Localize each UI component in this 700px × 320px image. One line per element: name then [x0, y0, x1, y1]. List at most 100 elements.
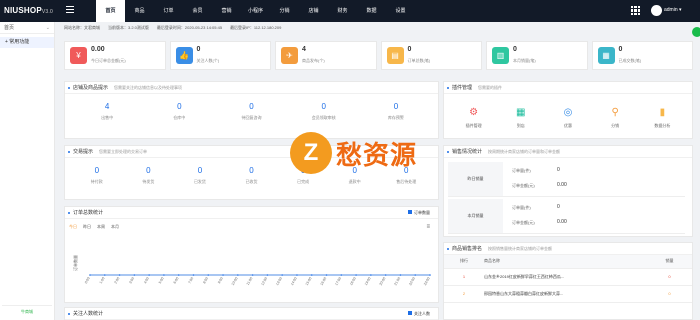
tip-count: 0: [197, 166, 203, 175]
table-row[interactable]: 2 邢园特香山东大蒜粗蒜瓣白蒜红皮新鲜大蒜... 0: [444, 285, 692, 303]
plugin-item[interactable]: ▦ 到店: [506, 106, 536, 129]
goods-name-cell: 邢园特香山东大蒜粗蒜瓣白蒜红皮新鲜大蒜...: [484, 285, 647, 303]
tip-item[interactable]: 0 已发货: [174, 158, 226, 185]
stat-label: 订单总数(笔): [407, 58, 431, 63]
sidebar: 首页 ⌄ + 常用功能 牛商城: [0, 22, 55, 320]
tip-label: 已收货: [245, 179, 258, 184]
stat-value: 0: [513, 46, 517, 53]
nav-item-3[interactable]: 会员: [183, 0, 212, 22]
tip-label: 已发货: [193, 179, 206, 184]
tip-label: 待回复咨询: [241, 115, 262, 120]
tip-item[interactable]: 0 会员领取审核: [288, 94, 360, 121]
menu-icon[interactable]: ≡: [426, 224, 430, 230]
stat-label: 商品发布(个): [302, 58, 325, 63]
nav-item-9[interactable]: 数据: [357, 0, 386, 22]
stat-card[interactable]: ▤ 0 订单总数(笔): [380, 41, 482, 70]
stat-icon: ▤: [386, 47, 404, 64]
plugin-icon: ◎: [563, 107, 573, 118]
x-tick-label: 4:00: [143, 276, 150, 284]
site-name: 网站名称：文君商城: [64, 25, 100, 30]
tip-label: 会员领取审核: [311, 115, 336, 120]
tip-item[interactable]: 0 待发货: [123, 158, 175, 185]
plugin-item[interactable]: ⚙ 插件管理: [459, 106, 489, 129]
nav-item-10[interactable]: 设置: [386, 0, 415, 22]
apps-grid-icon[interactable]: [631, 6, 640, 15]
chart-tab-2[interactable]: 本周: [97, 224, 105, 230]
goods-tips-list: 4 出售中 0 仓库中 0 待回复咨询 0 会员领取审核 0 库存预警: [65, 94, 438, 121]
nav-item-4[interactable]: 营销: [212, 0, 241, 22]
plugin-item[interactable]: ⚲ 分销: [600, 106, 630, 129]
nav-item-6[interactable]: 分销: [270, 0, 299, 22]
rank-header: 排行: [444, 255, 484, 269]
nav-item-8[interactable]: 财务: [328, 0, 357, 22]
x-tick-label: 8:00: [202, 276, 209, 284]
rank-cell: 2: [444, 285, 484, 303]
goods-rank-panel: 商品销售排名 按照销售量统计商家店铺的订单金额 排行 商品名称 销量 1 山东金乡2…: [443, 242, 693, 320]
x-tick-label: 11:00: [246, 276, 254, 285]
stat-card[interactable]: ✈ 4 商品发布(个): [275, 41, 377, 70]
chart-tab-1[interactable]: 昨日: [83, 224, 91, 230]
stat-card[interactable]: ¥0.00 今日订单总金额(元): [64, 41, 166, 70]
watermark-logo: Z: [290, 132, 332, 174]
sidebar-section-home[interactable]: 首页 ⌄: [0, 22, 54, 34]
tip-item[interactable]: 0 库存预警: [360, 94, 432, 121]
tip-item[interactable]: 0 待付款: [71, 158, 123, 185]
x-tick-label: 3:00: [128, 276, 135, 284]
x-tick-label: 2:00: [114, 276, 121, 284]
nav-item-2[interactable]: 订单: [154, 0, 183, 22]
y-axis-label: 订单数量: [72, 255, 78, 271]
stat-icon: ✈: [281, 47, 298, 64]
nav-item-0[interactable]: 首页: [96, 0, 125, 22]
stat-icon: ▥: [492, 47, 509, 64]
rank-table: 排行 商品名称 销量 1 山东金乡2019红皮新鲜早蒜红王西红柿西瓜... 0 2 邢园…: [444, 255, 692, 303]
stat-value: 4: [302, 46, 306, 53]
chart-legend[interactable]: 订单数量: [408, 210, 430, 216]
goods-name-cell: 山东金乡2019红皮新鲜早蒜红王西红柿西瓜...: [484, 268, 647, 286]
plugin-list: ⚙ 插件管理 ▦ 到店 ◎ 优惠 ⚲ 分销 ▮ 数据分析: [444, 94, 692, 129]
stat-cards: ¥0.00 今日订单总金额(元) 👍 0 关注人数(个) ✈ 4 商品发布(个) ▤ 0 订单总数(…: [64, 41, 693, 70]
tip-count: 0: [249, 102, 254, 111]
sales-amount: 订单金额(元) 0.00: [512, 182, 567, 188]
stat-card[interactable]: ▦ 0 已成交数(笔): [591, 41, 693, 70]
app-logo[interactable]: NIUSHOPV3.0: [4, 6, 53, 15]
chart-tab-3[interactable]: 本月: [111, 224, 119, 230]
panel-title: 商品销售排名 按照销售量统计商家店铺的订单金额: [444, 243, 692, 255]
stat-card[interactable]: 👍 0 关注人数(个): [169, 41, 271, 70]
stat-card[interactable]: ▥ 0 本月销量(笔): [486, 41, 588, 70]
table-row[interactable]: 1 山东金乡2019红皮新鲜早蒜红王西红柿西瓜... 0: [444, 268, 692, 286]
chart-tab-0[interactable]: 今日: [69, 224, 77, 230]
goods-name-header: 商品名称: [484, 255, 647, 269]
float-service-icon[interactable]: [692, 27, 700, 37]
plugin-item[interactable]: ◎ 优惠: [553, 106, 583, 129]
top-bar: NIUSHOPV3.0 首页 商品 订单 会员 营销 小程序 分销 店铺 财务 数据 设置 admi…: [0, 0, 700, 22]
site-info-bar: 网站名称：文君商城 当前版本：3.2.0测试版 最后登录时间：2020-05-2…: [64, 25, 281, 31]
plugin-item[interactable]: ▮ 数据分析: [647, 106, 677, 129]
tip-item[interactable]: 4 出售中: [71, 94, 143, 121]
tip-count: 0: [94, 166, 100, 175]
sidebar-item-common-functions[interactable]: + 常用功能: [0, 37, 54, 48]
nav-item-5[interactable]: 小程序: [241, 0, 270, 22]
tip-label: 出售中: [101, 115, 114, 120]
tip-count: 0: [146, 166, 151, 175]
tip-label: 仓库中: [173, 115, 186, 120]
site-version: 当前版本：3.2.0测试版: [108, 25, 149, 30]
rank-cell: 1: [444, 268, 484, 286]
sales-row-month: 本月销量 订单量(件) 0 订单金额(元) 0.00: [448, 199, 685, 234]
menu-toggle-icon[interactable]: [66, 6, 74, 15]
tip-item[interactable]: 0 待回复咨询: [215, 94, 287, 121]
x-tick-label: 0:00: [84, 276, 91, 284]
avatar[interactable]: [651, 5, 662, 16]
nav-item-1[interactable]: 商品: [125, 0, 154, 22]
sales-cell: 0: [647, 285, 692, 303]
tip-item[interactable]: 0 已收货: [226, 158, 278, 185]
tip-count: 4: [104, 102, 110, 111]
tip-count: 0: [321, 102, 326, 111]
tip-item[interactable]: 0 仓库中: [143, 94, 215, 121]
x-tick-label: 20:00: [379, 276, 387, 286]
plugin-icon: ▮: [659, 107, 666, 118]
admin-menu[interactable]: admin ▾: [664, 7, 682, 13]
tip-label: 售后待处理: [396, 179, 417, 184]
tip-label: 待发货: [142, 179, 155, 184]
nav-item-7[interactable]: 店铺: [299, 0, 328, 22]
chart-legend[interactable]: 关注人数: [408, 311, 430, 317]
